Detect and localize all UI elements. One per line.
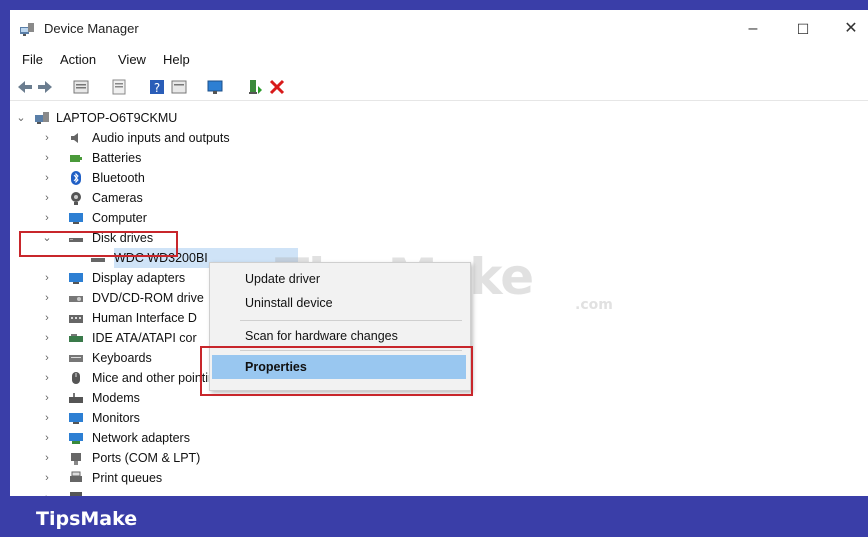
category-label: Keyboards [92,351,152,365]
computer-icon [69,213,83,224]
tree-item-network[interactable]: › Network adapters [10,428,310,448]
view-resources-icon[interactable] [170,78,188,96]
modem-icon [69,393,83,403]
chevron-right-icon[interactable]: › [42,308,52,328]
monitor-icon [69,413,83,424]
chevron-right-icon[interactable]: › [42,408,52,428]
menu-separator [240,320,462,321]
chevron-right-icon[interactable]: › [42,188,52,208]
tree-item-computer[interactable]: › Computer [10,208,310,228]
category-label: Modems [92,391,140,405]
category-label: IDE ATA/ATAPI cor [92,331,197,345]
tree-root[interactable]: ⌄ LAPTOP-O6T9CKMU [10,108,310,128]
ide-controller-icon [69,334,83,342]
display-adapter-icon [69,273,83,284]
show-hidden-icon[interactable] [110,78,128,96]
monitor-icon[interactable] [206,78,224,96]
title-bar: Device Manager – ☐ ✕ [10,10,868,48]
menu-update-driver[interactable]: Update driver [210,267,468,291]
camera-icon [71,192,81,205]
category-label: DVD/CD-ROM drive [92,291,204,305]
mouse-icon [72,372,80,384]
maximize-button[interactable]: ☐ [780,10,826,48]
menu-scan-hardware[interactable]: Scan for hardware changes [210,324,468,348]
help-icon[interactable]: ? [148,78,166,96]
dvd-drive-icon [69,296,83,302]
category-label: Computer [92,211,147,225]
chevron-right-icon[interactable]: › [42,128,52,148]
menu-file[interactable]: File [22,52,43,67]
minimize-button[interactable]: – [730,10,776,48]
battery-icon [70,155,82,162]
menu-bar: File Action View Help [10,50,868,70]
back-arrow-icon[interactable] [16,78,34,96]
device-manager-window: Device Manager – ☐ ✕ File Action View He… [10,10,868,496]
tree-item-ports[interactable]: › Ports (COM & LPT) [10,448,310,468]
chevron-right-icon[interactable]: › [42,328,52,348]
category-label: Print queues [92,471,163,485]
category-label: Bluetooth [92,171,145,185]
device-manager-icon [20,23,34,36]
chevron-right-icon[interactable]: › [42,368,52,388]
tree-item-batteries[interactable]: › Batteries [10,148,310,168]
bluetooth-icon [71,171,81,185]
category-label: Audio inputs and outputs [92,131,230,145]
menu-action[interactable]: Action [60,52,96,67]
forward-arrow-icon[interactable] [36,78,54,96]
menu-uninstall-device[interactable]: Uninstall device [210,291,468,315]
window-title: Device Manager [44,21,139,36]
chevron-down-icon[interactable]: ⌄ [16,108,26,128]
category-label: Human Interface D [92,311,197,325]
brand-text: TipsMake [36,508,138,530]
tree-item-cameras[interactable]: › Cameras [10,188,310,208]
tree-item-partial[interactable]: › [10,488,310,496]
speaker-icon [71,133,78,143]
network-adapter-icon [69,433,83,444]
uninstall-x-icon[interactable] [268,78,286,96]
disk-drives-highlight [19,231,178,257]
chevron-right-icon[interactable]: › [42,268,52,288]
menu-view[interactable]: View [118,52,146,67]
menu-help[interactable]: Help [163,52,190,67]
menu-item-label: Update driver [245,272,321,286]
chevron-right-icon[interactable]: › [42,428,52,448]
chevron-right-icon[interactable]: › [42,448,52,468]
brand-bar: TipsMake [10,496,868,537]
chevron-right-icon[interactable]: › [42,388,52,408]
tree-item-audio[interactable]: › Audio inputs and outputs [10,128,310,148]
toolbar: ? [10,74,868,101]
svg-text:?: ? [154,81,160,95]
category-label: Monitors [92,411,140,425]
properties-toolbar-icon[interactable] [72,78,90,96]
keyboard-icon [69,355,83,362]
category-label: Batteries [92,151,142,165]
watermark-suffix: .com [575,297,613,313]
chevron-right-icon[interactable]: › [42,208,52,228]
chevron-right-icon[interactable]: › [42,148,52,168]
computer-root-icon [35,112,49,124]
tree-item-monitors[interactable]: › Monitors [10,408,310,428]
port-icon [71,453,81,465]
tree-item-print-queues[interactable]: › Print queues [10,468,310,488]
category-label: Ports (COM & LPT) [92,451,201,465]
menu-item-label: Scan for hardware changes [245,329,398,343]
keyboard-hid-icon [69,315,83,323]
chevron-right-icon[interactable]: › [42,348,52,368]
root-label: LAPTOP-O6T9CKMU [56,111,178,125]
update-driver-icon[interactable] [246,78,264,96]
category-label: Network adapters [92,431,190,445]
chevron-right-icon[interactable]: › [42,288,52,308]
chevron-right-icon[interactable]: › [42,488,52,496]
category-label: Display adapters [92,271,186,285]
tree-item-bluetooth[interactable]: › Bluetooth [10,168,310,188]
chevron-right-icon[interactable]: › [42,468,52,488]
menu-item-label: Uninstall device [245,296,333,310]
properties-highlight [200,346,473,396]
close-button[interactable]: ✕ [828,10,868,48]
category-label: Cameras [92,191,143,205]
chevron-right-icon[interactable]: › [42,168,52,188]
printer-icon [70,471,82,482]
